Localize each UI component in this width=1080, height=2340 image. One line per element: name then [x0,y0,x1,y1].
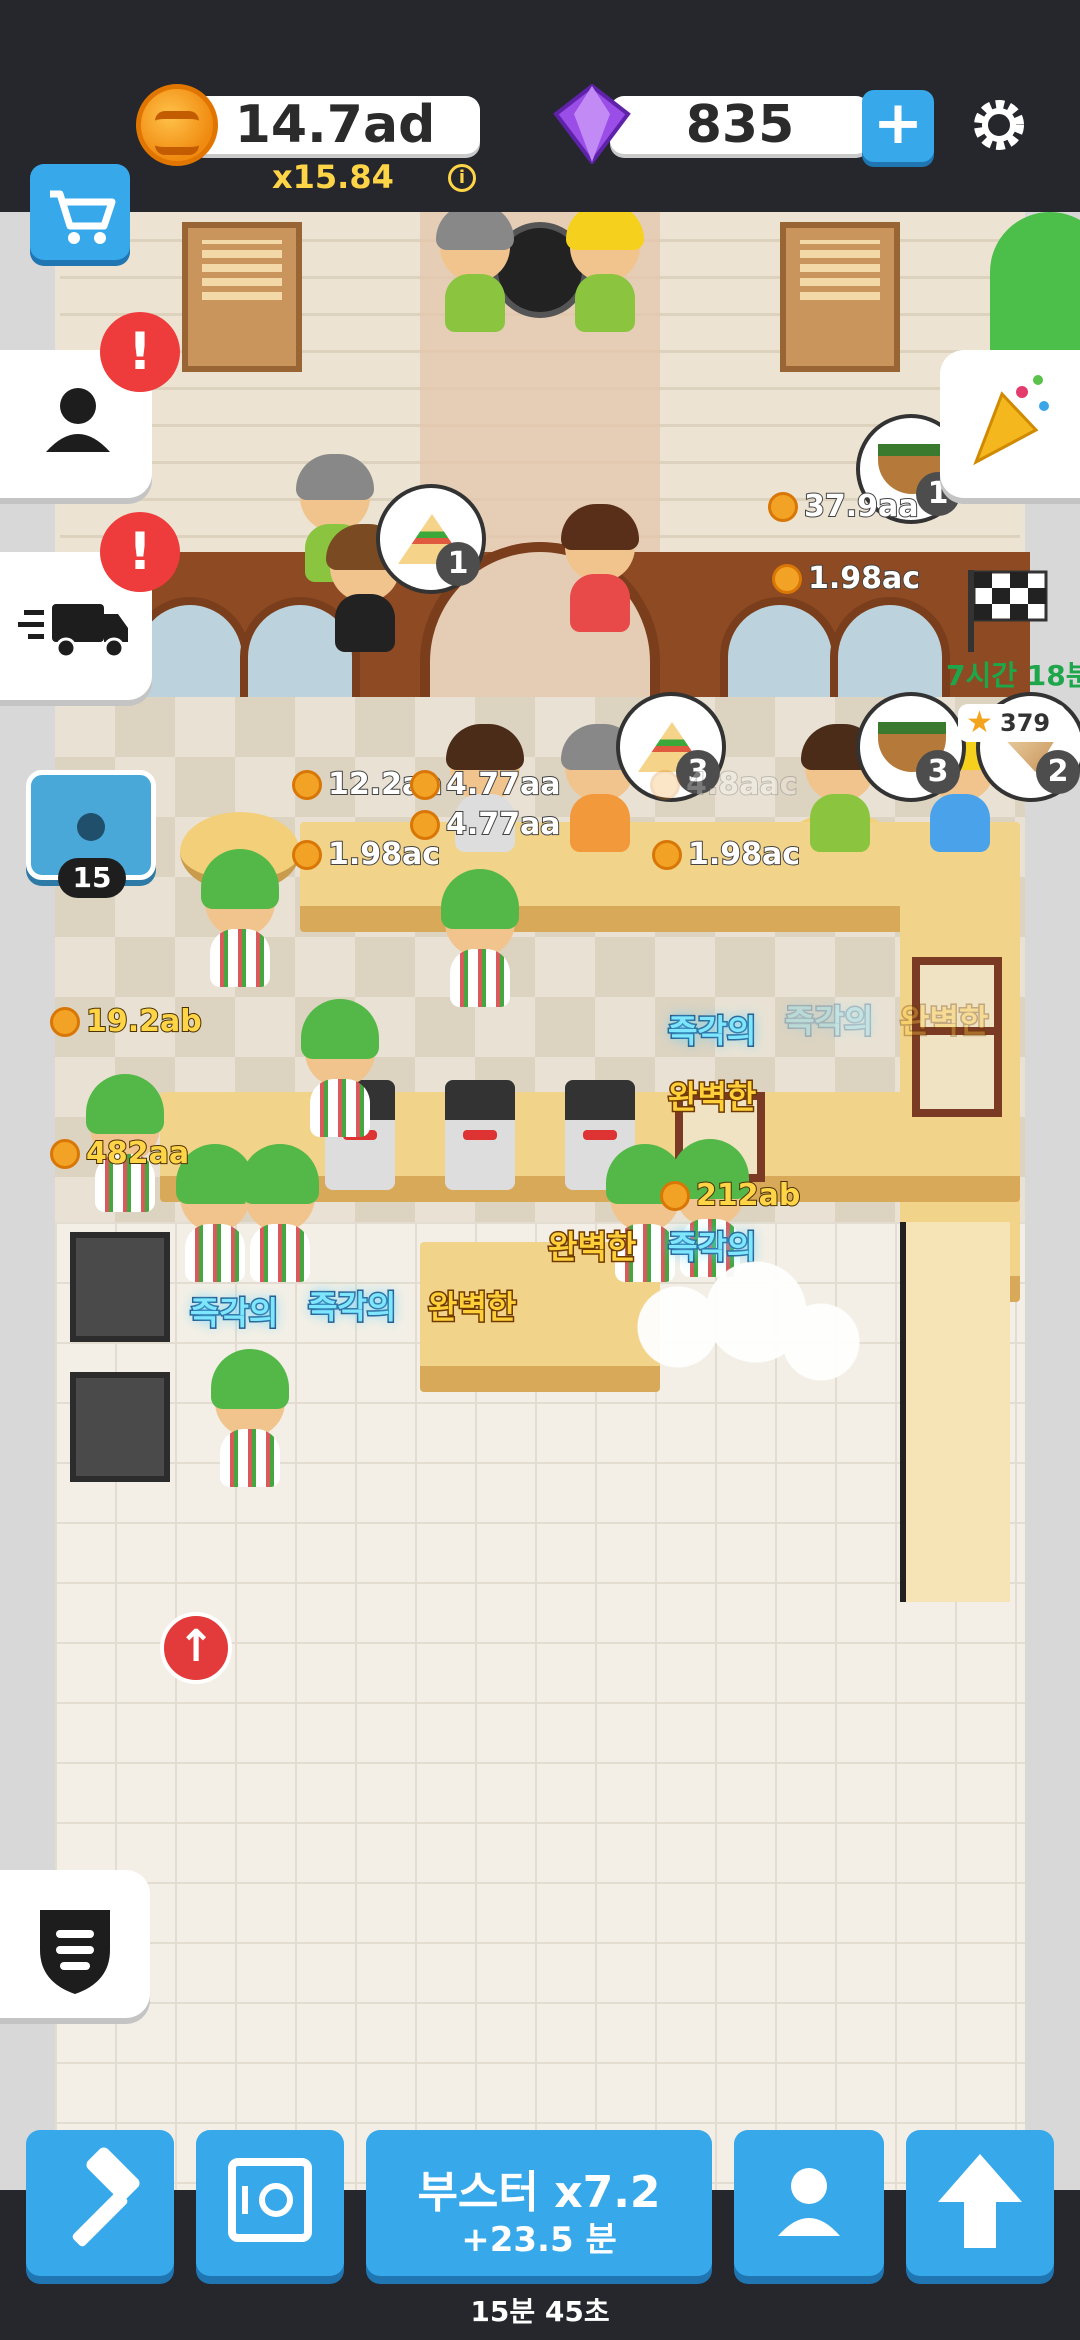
right-wall [1025,212,1080,2190]
party-popper-icon [973,375,1049,466]
stove[interactable] [70,1372,170,1482]
add-gems-button[interactable]: + [862,90,934,162]
checkered-flag-icon [968,570,1048,652]
chef[interactable] [235,1144,325,1282]
order-bubble: 3 [856,692,966,802]
steam-effect [600,1252,860,1402]
perfect-popup: 완벽한 [426,1287,517,1328]
chef[interactable] [205,1349,295,1487]
event-timer: 7시간 18분 [946,659,1080,692]
coin-amount: 14.7ad [234,95,436,155]
order-quantity: 1 [436,542,480,586]
menu-burger-card[interactable] [0,1870,150,2018]
coin-counter[interactable]: 14.7ad [190,96,480,154]
build-hammer-button[interactable] [26,2130,174,2276]
customer [430,212,520,332]
order-quantity: 2 [1036,750,1080,794]
cart-icon [50,190,116,244]
booster-timer: 15분 45초 [470,2295,610,2328]
perfect-popup: 완벽한 [666,1077,757,1118]
party-event-card[interactable] [940,350,1080,498]
instant-popup: 즉각의 [666,1011,757,1052]
drink-machine[interactable] [445,1080,515,1190]
booster-label: 부스터 x7.2 [417,2167,661,2218]
settings-gear-icon[interactable] [968,94,1030,156]
gem-icon [553,84,631,164]
star-counter: 379 [958,704,1066,742]
perfect-popup: 완벽한 [898,1001,989,1042]
restaurant-scene[interactable]: 1 1 3 3 2 37.9aa 1.98ac 12.2aa 4.77aa 4.… [0,212,1080,2190]
burger-shield-icon [40,1910,110,1994]
gem-counter[interactable]: 835 [610,96,870,154]
customer [560,212,650,332]
alert-badge: ! [100,512,180,592]
upgrade-button[interactable] [906,2130,1054,2276]
chef[interactable] [295,999,385,1137]
coin-icon [136,84,218,166]
instant-popup: 즉각의 [783,1001,874,1042]
vault-button[interactable] [196,2130,344,2276]
customer [555,504,645,632]
arrow-up-icon [938,2154,1022,2248]
shop-cart-button[interactable] [30,164,130,260]
alert-badge: ! [100,312,180,392]
chef[interactable] [435,869,525,1007]
chest-lock-icon [77,813,105,841]
booster-button[interactable]: 부스터 x7.2 +23.5 분 [366,2130,712,2276]
order-quantity: 3 [916,750,960,794]
station-upgrade-button[interactable]: ↑ [160,1612,232,1684]
top-hud: 14.7ad x15.84 i 835 + [0,0,1080,212]
chest-count: 15 [58,858,126,898]
info-icon[interactable]: i [448,164,476,192]
income-multiplier: x15.84 [272,158,394,196]
safe-icon [228,2158,312,2242]
bread-shelf [900,1222,1010,1602]
wall-shelf-left [182,222,302,372]
race-event-card[interactable] [940,552,1080,662]
booster-bonus: +23.5 분 [461,2220,617,2260]
staff-button[interactable] [734,2130,884,2276]
instant-popup: 즉각의 [188,1293,279,1334]
hammer-icon [72,2147,140,2247]
person-icon [778,2168,840,2236]
order-bubble: 1 [376,484,486,594]
gem-amount: 835 [685,95,795,155]
wall-shelf-right [780,222,900,372]
chef[interactable] [195,849,285,987]
stove[interactable] [70,1232,170,1342]
instant-popup: 즉각의 [306,1287,397,1328]
